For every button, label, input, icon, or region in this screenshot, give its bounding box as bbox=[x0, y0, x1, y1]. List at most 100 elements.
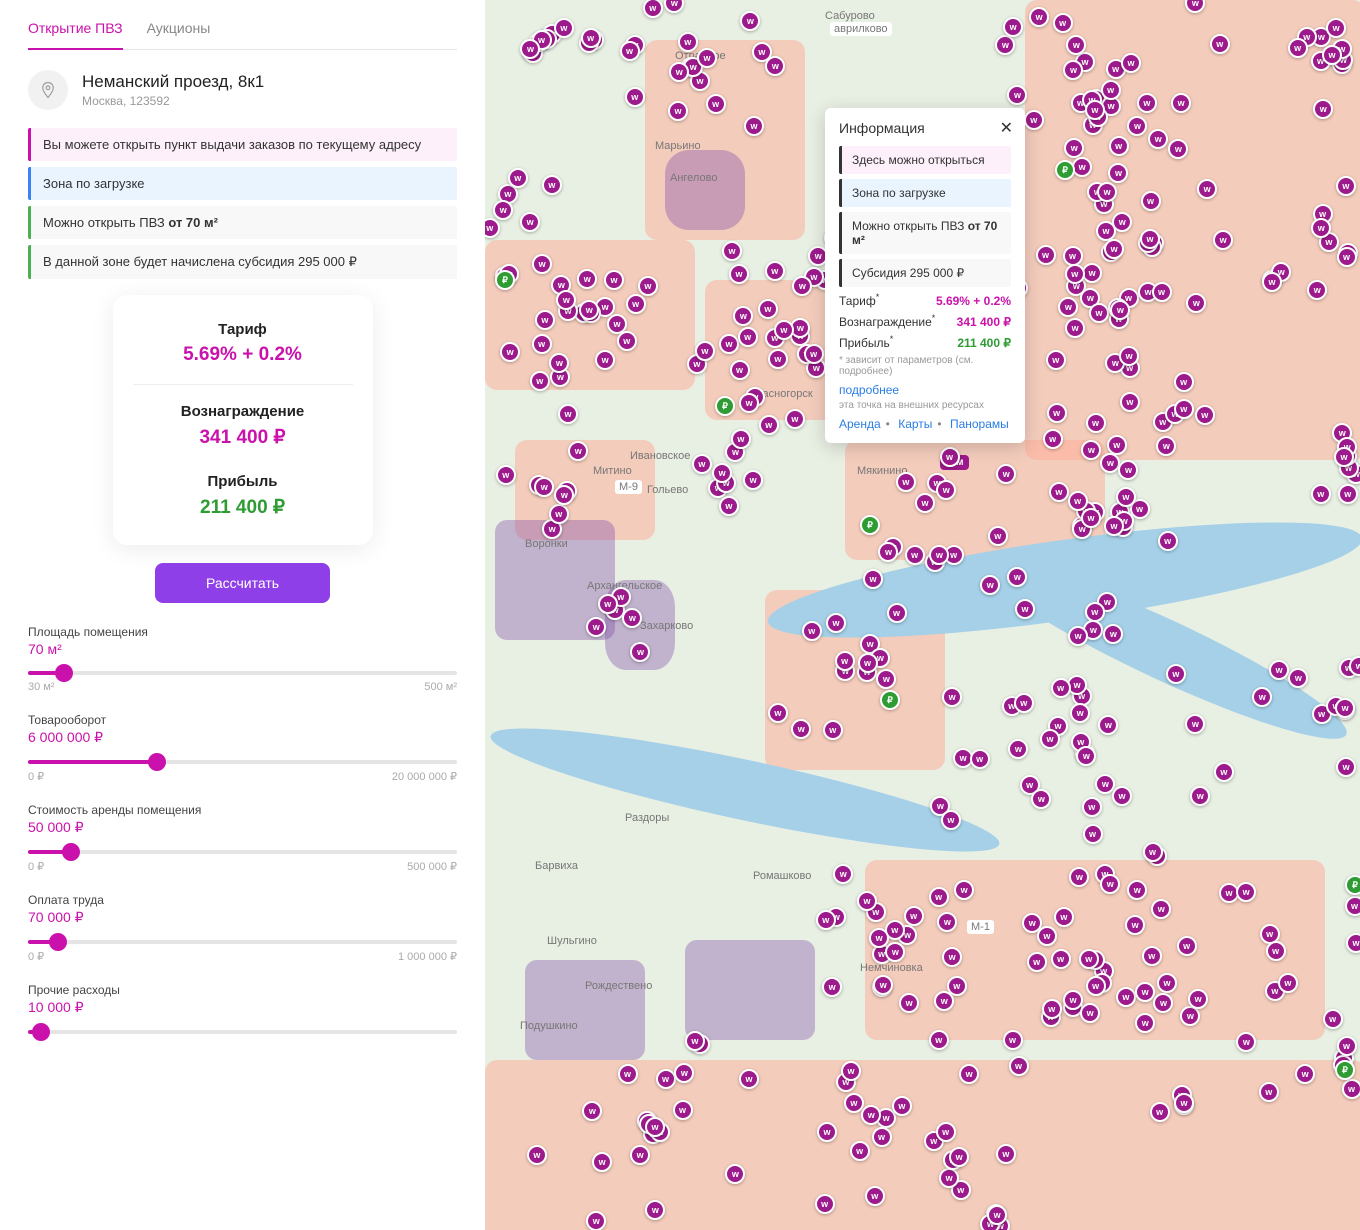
map-marker[interactable] bbox=[765, 261, 785, 281]
popup-link-rent[interactable]: Аренда bbox=[839, 417, 881, 431]
map-marker[interactable] bbox=[904, 906, 924, 926]
slider-thumb[interactable] bbox=[62, 843, 80, 861]
map-marker-ruble[interactable] bbox=[715, 396, 735, 416]
map-marker[interactable] bbox=[942, 687, 962, 707]
map-marker[interactable] bbox=[905, 545, 925, 565]
map-marker[interactable] bbox=[785, 409, 805, 429]
map-marker[interactable] bbox=[939, 1168, 959, 1188]
slider-turnover[interactable]: Товарооборот 6 000 000 ₽ 0 ₽20 000 000 ₽ bbox=[28, 713, 457, 783]
map-marker-ruble[interactable] bbox=[880, 690, 900, 710]
popup-more-link[interactable]: подробнее bbox=[839, 383, 1011, 397]
map-marker[interactable] bbox=[885, 942, 905, 962]
map-marker[interactable] bbox=[899, 993, 919, 1013]
map-marker[interactable] bbox=[1080, 1003, 1100, 1023]
map-marker[interactable] bbox=[520, 212, 540, 232]
map-marker[interactable] bbox=[1063, 990, 1083, 1010]
map-marker[interactable] bbox=[949, 1147, 969, 1167]
map-marker[interactable] bbox=[1037, 926, 1057, 946]
slider-area[interactable]: Площадь помещения 70 м² 30 м²500 м² bbox=[28, 625, 457, 693]
map-marker[interactable] bbox=[892, 1096, 912, 1116]
map-marker[interactable] bbox=[1068, 491, 1088, 511]
map-marker[interactable] bbox=[1063, 246, 1083, 266]
map[interactable]: Сабурово Марьино Ангелово Отрадное аврил… bbox=[485, 0, 1360, 1230]
map-marker[interactable] bbox=[656, 1069, 676, 1089]
map-marker[interactable] bbox=[1003, 1030, 1023, 1050]
map-marker[interactable] bbox=[1049, 482, 1069, 502]
map-marker[interactable] bbox=[1137, 93, 1157, 113]
map-marker[interactable] bbox=[858, 653, 878, 673]
map-marker[interactable] bbox=[996, 1144, 1016, 1164]
map-marker[interactable] bbox=[804, 344, 824, 364]
map-marker[interactable] bbox=[1135, 982, 1155, 1002]
map-marker-ruble[interactable] bbox=[1335, 1060, 1355, 1080]
map-marker[interactable] bbox=[863, 569, 883, 589]
slider-thumb[interactable] bbox=[148, 753, 166, 771]
map-marker[interactable] bbox=[1326, 18, 1346, 38]
map-marker[interactable] bbox=[618, 1064, 638, 1084]
map-marker[interactable] bbox=[1024, 110, 1044, 130]
map-marker[interactable] bbox=[692, 454, 712, 474]
map-marker[interactable] bbox=[1338, 484, 1358, 504]
map-marker[interactable] bbox=[1143, 842, 1163, 862]
map-marker[interactable] bbox=[1236, 882, 1256, 902]
map-marker-ruble[interactable] bbox=[860, 515, 880, 535]
tab-open-pvz[interactable]: Открытие ПВЗ bbox=[28, 20, 123, 50]
map-marker[interactable] bbox=[620, 41, 640, 61]
map-marker[interactable] bbox=[1082, 263, 1102, 283]
map-marker[interactable] bbox=[1166, 664, 1186, 684]
map-marker[interactable] bbox=[816, 910, 836, 930]
map-marker[interactable] bbox=[1051, 949, 1071, 969]
map-marker[interactable] bbox=[496, 465, 516, 485]
map-marker[interactable] bbox=[586, 1211, 606, 1230]
map-marker[interactable] bbox=[1190, 786, 1210, 806]
map-marker[interactable] bbox=[1334, 447, 1354, 467]
map-marker[interactable] bbox=[706, 94, 726, 114]
calculate-button[interactable]: Рассчитать bbox=[155, 563, 330, 603]
map-marker[interactable] bbox=[622, 608, 642, 628]
map-marker[interactable] bbox=[980, 575, 1000, 595]
map-marker[interactable] bbox=[1081, 440, 1101, 460]
popup-link-pano[interactable]: Панорамы bbox=[950, 417, 1009, 431]
map-marker[interactable] bbox=[1121, 53, 1141, 73]
map-marker-ruble[interactable] bbox=[1055, 160, 1075, 180]
map-marker[interactable] bbox=[954, 880, 974, 900]
map-marker[interactable] bbox=[1098, 715, 1118, 735]
map-marker[interactable] bbox=[835, 651, 855, 671]
map-marker[interactable] bbox=[554, 485, 574, 505]
map-marker[interactable] bbox=[823, 720, 843, 740]
map-marker[interactable] bbox=[1342, 1079, 1360, 1099]
map-marker[interactable] bbox=[996, 464, 1016, 484]
map-marker[interactable] bbox=[1081, 508, 1101, 528]
map-marker[interactable] bbox=[936, 1122, 956, 1142]
map-marker[interactable] bbox=[1177, 936, 1197, 956]
map-marker[interactable] bbox=[1174, 399, 1194, 419]
map-marker-ruble[interactable] bbox=[1345, 875, 1360, 895]
map-marker[interactable] bbox=[941, 810, 961, 830]
map-marker[interactable] bbox=[1252, 687, 1272, 707]
map-marker[interactable] bbox=[535, 310, 555, 330]
map-marker[interactable] bbox=[942, 947, 962, 967]
slider-thumb[interactable] bbox=[32, 1023, 50, 1041]
map-marker[interactable] bbox=[1086, 976, 1106, 996]
map-marker[interactable] bbox=[1141, 191, 1161, 211]
map-marker[interactable] bbox=[850, 1141, 870, 1161]
map-marker[interactable] bbox=[739, 1069, 759, 1089]
slider-salary[interactable]: Оплата труда 70 000 ₽ 0 ₽1 000 000 ₽ bbox=[28, 893, 457, 963]
map-marker[interactable] bbox=[722, 241, 742, 261]
map-marker[interactable] bbox=[1174, 372, 1194, 392]
map-marker[interactable] bbox=[581, 28, 601, 48]
map-marker[interactable] bbox=[1103, 624, 1123, 644]
map-marker[interactable] bbox=[1157, 973, 1177, 993]
map-marker[interactable] bbox=[1065, 318, 1085, 338]
map-marker[interactable] bbox=[861, 1105, 881, 1125]
map-marker[interactable] bbox=[1288, 38, 1308, 58]
map-marker-ruble[interactable] bbox=[495, 270, 515, 290]
slider-other[interactable]: Прочие расходы 10 000 ₽ bbox=[28, 983, 457, 1040]
map-marker[interactable] bbox=[730, 360, 750, 380]
map-marker[interactable] bbox=[817, 1122, 837, 1142]
map-marker[interactable] bbox=[674, 1063, 694, 1083]
map-marker[interactable] bbox=[1259, 1082, 1279, 1102]
map-marker[interactable] bbox=[1337, 1036, 1357, 1056]
slider-thumb[interactable] bbox=[49, 933, 67, 951]
map-marker[interactable] bbox=[826, 613, 846, 633]
